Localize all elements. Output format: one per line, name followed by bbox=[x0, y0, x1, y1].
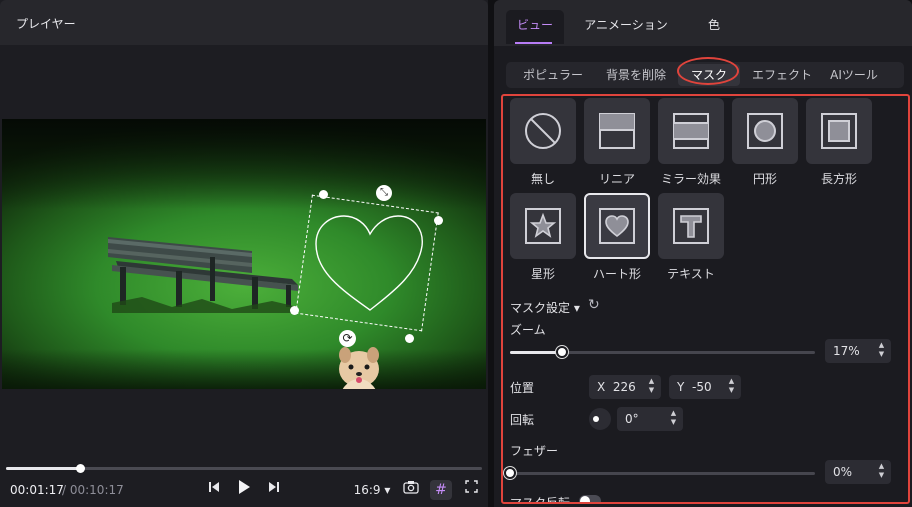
rotation-input[interactable]: 0° ▲ ▼ bbox=[617, 407, 683, 431]
aspect-ratio-select[interactable]: 16:9 ▾ bbox=[352, 480, 392, 500]
mask-label-star: 星形 bbox=[530, 267, 555, 281]
rectangle-icon bbox=[821, 113, 857, 149]
playback-progress[interactable] bbox=[6, 464, 482, 473]
mask-option-star[interactable] bbox=[510, 193, 576, 259]
rotation-spinner-icon[interactable]: ▲ ▼ bbox=[669, 409, 678, 429]
active-tab-underline bbox=[515, 42, 552, 44]
fullscreen-icon[interactable] bbox=[462, 480, 480, 500]
position-x-label: X bbox=[597, 380, 606, 394]
position-y-input[interactable]: Y -50 ▲ ▼ bbox=[669, 375, 741, 399]
bench-image bbox=[108, 237, 298, 313]
rotation-value: 0° bbox=[625, 412, 639, 426]
mask-option-text[interactable] bbox=[658, 193, 724, 259]
position-y-label: Y bbox=[677, 380, 685, 394]
sub-tabs: ポピュラー 背景を削除 マスク エフェクト AIツール bbox=[506, 62, 904, 88]
zoom-slider[interactable] bbox=[510, 346, 815, 358]
feather-spinner-icon[interactable]: ▲ ▼ bbox=[877, 462, 886, 482]
star-icon bbox=[525, 208, 561, 244]
progress-thumb[interactable] bbox=[75, 464, 85, 473]
mask-option-mirror[interactable] bbox=[658, 98, 724, 164]
current-time: 00:01:17 bbox=[10, 483, 64, 497]
none-icon bbox=[525, 113, 561, 149]
top-tabs: ビュー アニメーション 色 bbox=[494, 0, 912, 46]
zoom-slider-thumb[interactable] bbox=[555, 346, 568, 358]
skip-back-icon[interactable] bbox=[205, 480, 223, 500]
mask-label-none: 無し bbox=[530, 172, 555, 186]
mask-option-none[interactable] bbox=[510, 98, 576, 164]
position-x-value: 226 bbox=[612, 380, 636, 394]
feather-label: フェザー bbox=[510, 444, 559, 458]
zoom-label: ズーム bbox=[510, 323, 546, 337]
properties-panel: ビュー アニメーション 色 ポピュラー 背景を削除 マスク エフェクト AIツー… bbox=[494, 0, 912, 507]
player-panel: プレイヤー ⤡ ⟳ 00:01:17 / 00:10:17 16:9 ▾ # bbox=[0, 0, 488, 507]
skip-forward-icon[interactable] bbox=[265, 480, 283, 500]
feather-value: 0% bbox=[833, 465, 853, 479]
subtab-popular[interactable]: ポピュラー bbox=[512, 62, 594, 88]
mirror-icon bbox=[673, 113, 709, 149]
transform-handle-top-left[interactable] bbox=[319, 190, 328, 199]
subtab-effect[interactable]: エフェクト bbox=[750, 62, 814, 88]
grid-icon[interactable]: # bbox=[430, 480, 452, 500]
zoom-input[interactable]: 17% ▲ ▼ bbox=[825, 339, 891, 363]
text-icon bbox=[673, 208, 709, 244]
dog-image bbox=[339, 347, 379, 389]
mask-label-linear: リニア bbox=[598, 172, 635, 186]
subtab-mask[interactable]: マスク bbox=[678, 64, 740, 86]
linear-icon bbox=[599, 113, 635, 149]
rotate-icon[interactable]: ⟳ bbox=[339, 330, 356, 347]
reset-icon[interactable]: ↻ bbox=[588, 297, 600, 313]
mask-option-rectangle[interactable] bbox=[806, 98, 872, 164]
heart-mask-outline bbox=[315, 215, 423, 311]
mask-option-circle[interactable] bbox=[732, 98, 798, 164]
subtab-ai-tools[interactable]: AIツール bbox=[824, 62, 884, 88]
transform-handle-bottom-right[interactable] bbox=[405, 334, 414, 343]
mask-settings-header[interactable]: マスク設定 ▾ bbox=[510, 299, 580, 316]
circle-icon bbox=[747, 113, 783, 149]
invert-toggle[interactable] bbox=[579, 495, 601, 502]
mask-label-text: テキスト bbox=[667, 267, 715, 281]
aspect-ratio-label: 16:9 bbox=[353, 483, 381, 497]
zoom-spinner-icon[interactable]: ▲ ▼ bbox=[877, 341, 886, 361]
position-label: 位置 bbox=[510, 381, 535, 395]
mask-label-rectangle: 長方形 bbox=[820, 172, 857, 186]
mask-option-linear[interactable] bbox=[584, 98, 650, 164]
position-x-spinner-icon[interactable]: ▲ ▼ bbox=[647, 377, 656, 397]
play-icon[interactable] bbox=[235, 480, 253, 500]
invert-label: マスク反転 bbox=[510, 496, 571, 504]
subtab-background-remove[interactable]: 背景を削除 bbox=[602, 62, 670, 88]
mask-settings-label: マスク設定 bbox=[510, 301, 571, 315]
position-y-spinner-icon[interactable]: ▲ ▼ bbox=[727, 377, 736, 397]
total-time: / 00:10:17 bbox=[62, 483, 124, 497]
mask-option-heart[interactable] bbox=[584, 193, 650, 259]
position-y-value: -50 bbox=[691, 380, 712, 394]
progress-fill bbox=[6, 467, 80, 470]
zoom-slider-fill bbox=[510, 351, 562, 354]
player-header: プレイヤー bbox=[0, 0, 488, 45]
tab-animation[interactable]: アニメーション bbox=[578, 10, 674, 44]
position-x-input[interactable]: X 226 ▲ ▼ bbox=[589, 375, 661, 399]
transform-handle-bottom-left[interactable] bbox=[290, 306, 299, 315]
mask-settings-area: 無し リニア ミラー効果 円形 長方形 星形 ハート形 テキスト マスク設定 ▾… bbox=[501, 94, 910, 504]
mask-label-mirror: ミラー効果 bbox=[660, 172, 721, 186]
mask-label-heart: ハート形 bbox=[592, 267, 641, 281]
rotation-dial-icon[interactable] bbox=[589, 408, 611, 430]
invert-toggle-knob bbox=[580, 496, 590, 502]
camera-icon[interactable] bbox=[401, 480, 421, 500]
feather-input[interactable]: 0% ▲ ▼ bbox=[825, 460, 891, 484]
player-title: プレイヤー bbox=[16, 17, 76, 31]
tab-view[interactable]: ビュー bbox=[506, 10, 564, 44]
transform-handle-top-right[interactable] bbox=[434, 216, 443, 225]
tab-color[interactable]: 色 bbox=[694, 10, 734, 44]
heart-icon bbox=[599, 208, 635, 244]
rotation-label: 回転 bbox=[510, 413, 535, 427]
mask-label-circle: 円形 bbox=[752, 172, 777, 186]
feather-slider[interactable] bbox=[504, 467, 815, 479]
scale-icon[interactable]: ⤡ bbox=[376, 185, 392, 201]
feather-slider-thumb[interactable] bbox=[504, 467, 516, 479]
zoom-value: 17% bbox=[833, 344, 860, 358]
